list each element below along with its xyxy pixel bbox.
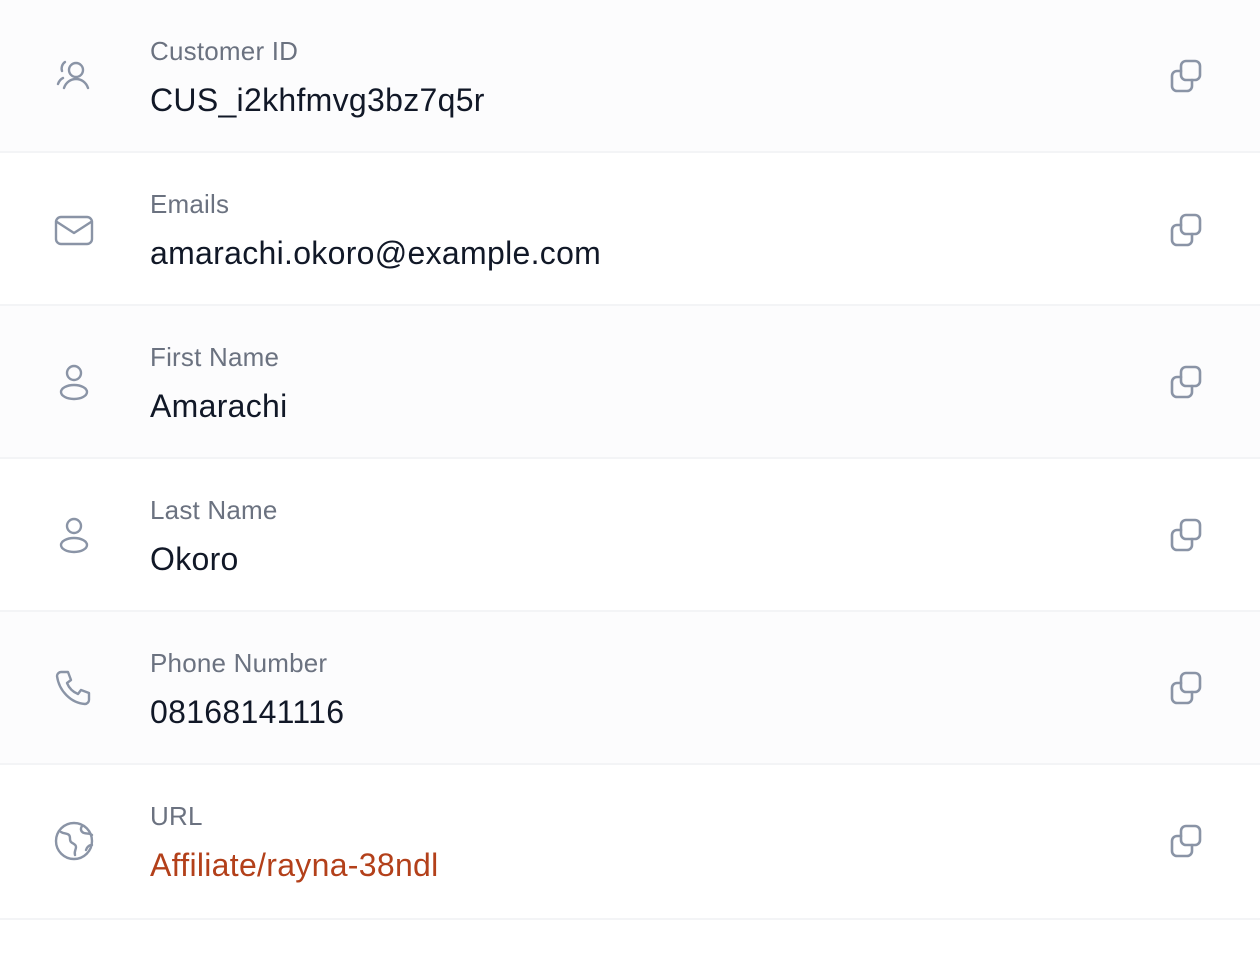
copy-icon xyxy=(1170,365,1202,399)
mail-icon xyxy=(52,208,96,252)
field-label: URL xyxy=(150,801,203,831)
field-label: First Name xyxy=(150,342,280,372)
copy-email-button[interactable] xyxy=(1162,206,1210,254)
field-label: Emails xyxy=(150,189,230,219)
field-value: Amarachi xyxy=(150,388,288,424)
field-row-last-name: Last Name Okoro xyxy=(0,459,1260,612)
field-label: Customer ID xyxy=(150,36,299,66)
copy-url-button[interactable] xyxy=(1162,817,1210,865)
customer-id-icon xyxy=(52,54,96,98)
globe-icon xyxy=(52,819,96,863)
phone-icon xyxy=(52,666,96,710)
field-value: CUS_i2khfmvg3bz7q5r xyxy=(150,82,485,118)
user-icon xyxy=(52,360,96,404)
copy-customer-id-button[interactable] xyxy=(1162,52,1210,100)
field-row-emails: Emails amarachi.okoro@example.com xyxy=(0,153,1260,306)
field-label: Phone Number xyxy=(150,648,328,678)
field-row-customer-id: Customer ID CUS_i2khfmvg3bz7q5r xyxy=(0,0,1260,153)
copy-last-name-button[interactable] xyxy=(1162,511,1210,559)
field-value: Okoro xyxy=(150,541,239,577)
url-link[interactable]: Affiliate/rayna-38ndl xyxy=(150,847,439,884)
copy-icon xyxy=(1170,213,1202,247)
field-row-first-name: First Name Amarachi xyxy=(0,306,1260,459)
user-icon xyxy=(52,513,96,557)
copy-icon xyxy=(1170,824,1202,858)
field-value: amarachi.okoro@example.com xyxy=(150,235,602,271)
copy-icon xyxy=(1170,59,1202,93)
field-row-url: URL Affiliate/rayna-38ndl xyxy=(0,765,1260,920)
customer-details-list: Customer ID CUS_i2khfmvg3bz7q5r Emails a… xyxy=(0,0,1260,920)
copy-icon xyxy=(1170,518,1202,552)
field-label: Last Name xyxy=(150,495,278,525)
copy-first-name-button[interactable] xyxy=(1162,358,1210,406)
copy-icon xyxy=(1170,671,1202,705)
field-row-phone-number: Phone Number 08168141116 xyxy=(0,612,1260,765)
field-value: 08168141116 xyxy=(150,694,345,730)
copy-phone-number-button[interactable] xyxy=(1162,664,1210,712)
